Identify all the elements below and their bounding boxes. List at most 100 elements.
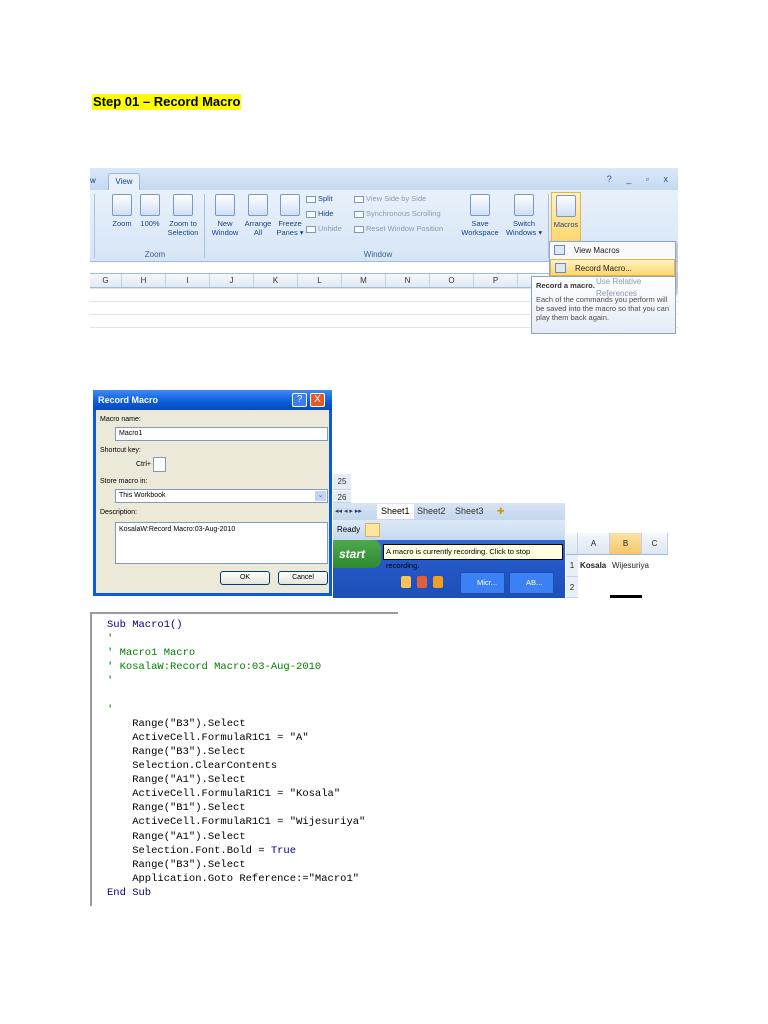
ribbon-screenshot: w View ? _ ▫ x Zoom 100% Zoom to Selecti…: [90, 168, 678, 340]
code-text: Application.Goto Reference:="Macro1": [107, 872, 360, 885]
view-macros-icon: [554, 245, 565, 255]
code-line: ActiveCell.FormulaR1C1 = "Wijesuriya": [107, 815, 365, 829]
taskbar-button[interactable]: Micr...: [460, 572, 505, 594]
unhide-button[interactable]: Unhide: [306, 224, 342, 233]
zoom-to-selection-button[interactable]: Zoom to Selection: [166, 194, 200, 237]
code-text: Range("B1").Select: [107, 802, 246, 815]
menu-item-view-macros[interactable]: View Macros: [550, 242, 675, 259]
tray-icon[interactable]: [401, 576, 411, 588]
zoom-button[interactable]: Zoom: [110, 194, 134, 228]
column-label[interactable]: J: [210, 274, 254, 287]
code-line: End Sub: [107, 886, 151, 900]
store-macro-label: Store macro in:: [100, 478, 148, 485]
insert-sheet-icon[interactable]: ✚: [497, 504, 505, 519]
code-text: ': [107, 675, 114, 688]
row-number[interactable]: 2: [566, 577, 578, 598]
store-macro-select[interactable]: This Workbook ⌄: [115, 489, 328, 503]
ribbon-tab-bar: w View ? _ ▫ x: [90, 168, 678, 190]
unhide-icon: [306, 225, 316, 233]
zoom-group-label: Zoom: [144, 250, 166, 259]
row-number[interactable]: 26: [333, 491, 351, 503]
status-text: Ready: [337, 525, 361, 534]
column-label[interactable]: I: [166, 274, 210, 287]
label: Hide: [318, 209, 334, 218]
sync-scrolling-button[interactable]: Synchronous Scrolling: [354, 209, 441, 218]
switch-windows-button[interactable]: Switch Windows ▾: [502, 194, 546, 237]
column-label[interactable]: A: [578, 533, 610, 555]
label: New Window: [211, 219, 239, 237]
help-button[interactable]: ?: [292, 393, 307, 407]
column-label[interactable]: K: [254, 274, 298, 287]
menu-item-record-macro[interactable]: Record Macro...: [550, 259, 675, 276]
column-label[interactable]: P: [474, 274, 518, 287]
label: Use Relative References: [596, 277, 642, 298]
column-label[interactable]: H: [122, 274, 166, 287]
row-number[interactable]: 25: [333, 474, 351, 490]
new-window-button[interactable]: New Window: [208, 194, 242, 237]
tray-icon[interactable]: [433, 576, 443, 588]
stop-recording-icon[interactable]: [365, 523, 380, 537]
code-line: ActiveCell.FormulaR1C1 = "A": [107, 731, 309, 745]
arrange-all-button[interactable]: Arrange All: [242, 194, 274, 237]
zoom-100-button[interactable]: 100%: [138, 194, 162, 228]
save-workspace-button[interactable]: Save Workspace: [458, 194, 502, 237]
code-text: ' KosalaW:Record Macro:03-Aug-2010: [107, 661, 322, 674]
code-line: ': [107, 632, 113, 646]
excel-status-screenshot: 25 26 ◂◂ ◂ ▸ ▸▸ Sheet1 Sheet2 Sheet3 ✚ R…: [333, 470, 565, 598]
code-text: Selection.ClearContents: [107, 760, 278, 772]
taskbar-button[interactable]: AB...: [509, 572, 554, 594]
tab-previous[interactable]: w: [90, 176, 96, 185]
freeze-panes-button[interactable]: Freeze Panes ▾: [274, 194, 306, 237]
code-text: ActiveCell.FormulaR1C1 = "Kosala": [107, 788, 341, 801]
cell-b1[interactable]: Wijesuriya: [612, 555, 649, 577]
code-line: ActiveCell.FormulaR1C1 = "Kosala": [107, 787, 340, 801]
code-line: Selection.ClearContents: [107, 759, 277, 773]
sheet-tab-1[interactable]: Sheet1: [377, 504, 414, 519]
code-text: ' Macro1 Macro: [107, 647, 196, 660]
shortcut-key-input[interactable]: [153, 457, 166, 472]
column-label[interactable]: B: [610, 533, 642, 555]
cell-a1[interactable]: Kosala: [580, 555, 606, 577]
record-macro-dialog: Record Macro ? X Macro name: Macro1 Shor…: [93, 390, 332, 596]
code-line: Range("B3").Select: [107, 858, 246, 872]
chevron-down-icon[interactable]: ⌄: [315, 491, 326, 501]
tray-icon[interactable]: [417, 576, 427, 588]
macros-button[interactable]: Macros: [551, 192, 581, 242]
macro-name-label: Macro name:: [100, 416, 141, 423]
cancel-button[interactable]: Cancel: [278, 571, 328, 585]
magnifier-icon: [112, 194, 132, 216]
tab-view[interactable]: View: [108, 173, 140, 190]
sheet-nav-arrows[interactable]: ◂◂ ◂ ▸ ▸▸: [335, 504, 362, 519]
window-controls[interactable]: ? _ ▫ x: [607, 174, 674, 184]
column-label[interactable]: N: [386, 274, 430, 287]
code-text: Range("B3").Select: [107, 717, 246, 730]
code-text: ': [107, 703, 114, 716]
split-button[interactable]: Split: [306, 194, 333, 203]
column-label[interactable]: M: [342, 274, 386, 287]
label: Split: [318, 194, 333, 203]
code-text: Range("B3").Select: [107, 858, 246, 871]
side-by-side-icon: [354, 195, 364, 203]
select-all-corner[interactable]: [566, 533, 578, 555]
sheet-tab-2[interactable]: Sheet2: [417, 504, 446, 519]
ok-button[interactable]: OK: [220, 571, 270, 585]
code-text: Range("B3").Select: [107, 745, 246, 758]
start-button[interactable]: start: [333, 540, 381, 568]
column-label[interactable]: O: [430, 274, 474, 287]
view-side-by-side-button[interactable]: View Side by Side: [354, 194, 426, 203]
taskbar: start A macro is currently recording. Cl…: [333, 540, 565, 598]
active-cell-border: [610, 595, 642, 598]
hide-button[interactable]: Hide: [306, 209, 333, 218]
column-label[interactable]: C: [642, 533, 668, 555]
reset-position-button[interactable]: Reset Window Position: [354, 224, 443, 233]
row-number[interactable]: 1: [566, 555, 578, 577]
label: Synchronous Scrolling: [366, 209, 441, 218]
macro-name-input[interactable]: Macro1: [115, 427, 328, 441]
sheet-tab-3[interactable]: Sheet3: [455, 504, 484, 519]
column-label[interactable]: G: [90, 274, 122, 287]
code-text: ActiveCell.FormulaR1C1 = "A": [107, 731, 309, 744]
description-textarea[interactable]: KosalaW:Record Macro:03-Aug-2010: [115, 522, 328, 564]
arrange-icon: [248, 194, 268, 216]
close-button[interactable]: X: [310, 393, 325, 407]
column-label[interactable]: L: [298, 274, 342, 287]
